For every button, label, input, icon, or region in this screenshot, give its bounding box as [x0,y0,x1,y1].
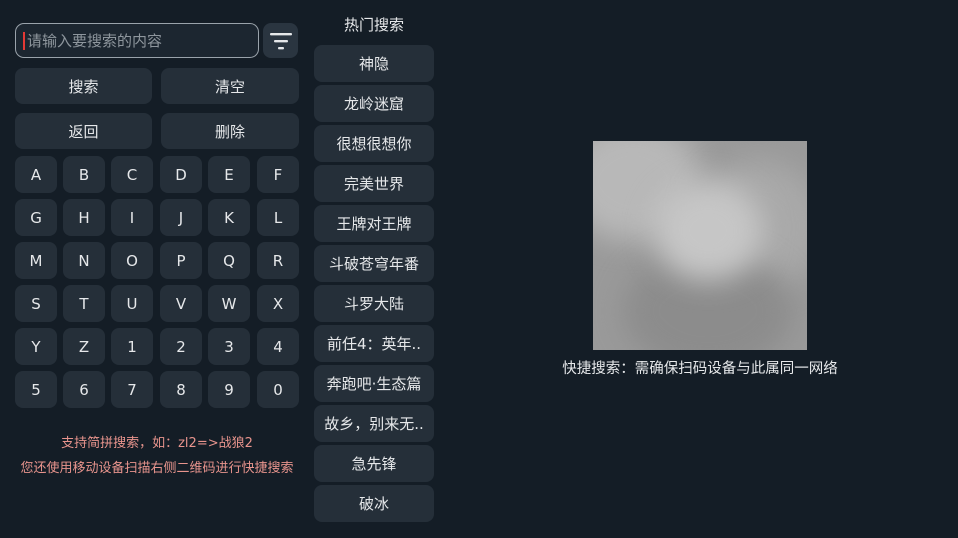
hot-search-item[interactable]: 奔跑吧·生态篇 [314,365,434,402]
hint-line-1: 支持简拼搜索，如：zl2=>战狼2 [61,436,253,451]
hot-search-item[interactable]: 神隐 [314,45,434,82]
search-box[interactable] [15,23,259,58]
hot-search-item[interactable]: 故乡，别来无.. [314,405,434,442]
key-s[interactable]: S [15,285,57,322]
key-q[interactable]: Q [208,242,250,279]
key-y[interactable]: Y [15,328,57,365]
search-screen: 搜索 清空 返回 删除 ABCDEF GHIJKL MNOPQR STUVWX YZ12… [0,0,958,538]
key-j[interactable]: J [160,199,202,236]
key-o[interactable]: O [111,242,153,279]
qr-code [593,141,807,350]
key-1[interactable]: 1 [111,328,153,365]
key-7[interactable]: 7 [111,371,153,408]
hot-search-title: 热门搜索 [343,16,404,34]
hint-text: 支持简拼搜索，如：zl2=>战狼2 您还使用移动设备扫描右侧二维码进行快捷搜索 [15,432,299,481]
key-3[interactable]: 3 [208,328,250,365]
key-b[interactable]: B [63,156,105,193]
key-i[interactable]: I [111,199,153,236]
hot-search-item[interactable]: 王牌对王牌 [314,205,434,242]
search-input[interactable] [27,31,237,50]
hot-search-item[interactable]: 很想很想你 [314,125,434,162]
hot-search-item[interactable]: 完美世界 [314,165,434,202]
key-0[interactable]: 0 [257,371,299,408]
key-6[interactable]: 6 [63,371,105,408]
key-2[interactable]: 2 [160,328,202,365]
key-l[interactable]: L [257,199,299,236]
key-a[interactable]: A [15,156,57,193]
key-9[interactable]: 9 [208,371,250,408]
key-h[interactable]: H [63,199,105,236]
key-x[interactable]: X [257,285,299,322]
key-w[interactable]: W [208,285,250,322]
key-z[interactable]: Z [63,328,105,365]
hot-search-item[interactable]: 破冰 [314,485,434,522]
key-4[interactable]: 4 [257,328,299,365]
key-g[interactable]: G [15,199,57,236]
hot-search-item[interactable]: 斗破苍穹年番 [314,245,434,282]
clear-button[interactable]: 清空 [161,68,299,104]
key-r[interactable]: R [257,242,299,279]
key-f[interactable]: F [257,156,299,193]
key-v[interactable]: V [160,285,202,322]
hot-search-item[interactable]: 急先锋 [314,445,434,482]
key-u[interactable]: U [111,285,153,322]
key-8[interactable]: 8 [160,371,202,408]
key-5[interactable]: 5 [15,371,57,408]
hot-search-item[interactable]: 龙岭迷窟 [314,85,434,122]
key-e[interactable]: E [208,156,250,193]
back-button[interactable]: 返回 [15,113,152,149]
text-cursor [23,31,25,50]
key-t[interactable]: T [63,285,105,322]
filter-button[interactable] [263,23,298,58]
key-n[interactable]: N [63,242,105,279]
delete-button[interactable]: 删除 [161,113,299,149]
key-p[interactable]: P [160,242,202,279]
qr-caption: 快捷搜索：需确保扫码设备与此属同一网络 [562,361,838,377]
hot-search-item[interactable]: 前任4：英年.. [314,325,434,362]
key-c[interactable]: C [111,156,153,193]
hot-search-item[interactable]: 斗罗大陆 [314,285,434,322]
hint-line-2: 您还使用移动设备扫描右侧二维码进行快捷搜索 [20,460,294,476]
key-d[interactable]: D [160,156,202,193]
key-k[interactable]: K [208,199,250,236]
search-button[interactable]: 搜索 [15,68,152,104]
key-m[interactable]: M [15,242,57,279]
filter-icon [269,32,292,49]
